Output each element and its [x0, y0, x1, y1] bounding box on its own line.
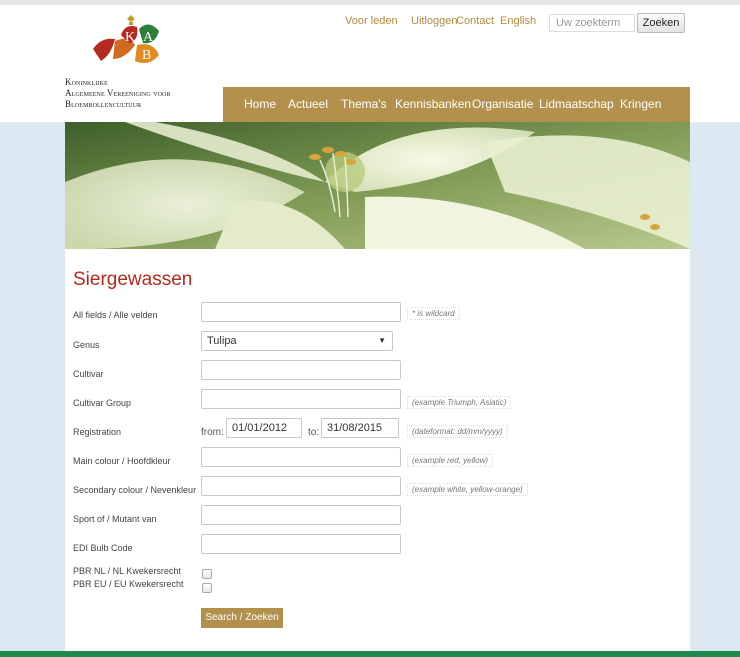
secondary-colour-input[interactable]	[201, 476, 401, 496]
cultivar-input[interactable]	[201, 360, 401, 380]
link-uitloggen[interactable]: Uitloggen	[411, 15, 457, 27]
genus-select[interactable]: Tulipa ▼	[201, 331, 393, 351]
nav-themas[interactable]: Thema's	[341, 97, 387, 111]
flower-banner-image	[65, 122, 690, 249]
nav-kringen[interactable]: Kringen	[620, 97, 661, 111]
link-voor-leden[interactable]: Voor leden	[345, 15, 398, 27]
label-cultivar-group: Cultivar Group	[73, 398, 132, 408]
edi-bulb-code-input[interactable]	[201, 534, 401, 554]
kavb-logo[interactable]: K A B Koninklijke Algemeene Vereeniging …	[65, 15, 225, 115]
label-pbr-eu: PBR EU / EU Kwekersrecht	[73, 579, 184, 589]
lily-photo-icon	[65, 122, 690, 249]
pbr-eu-checkbox[interactable]	[202, 583, 212, 593]
nav-lidmaatschap[interactable]: Lidmaatschap	[539, 97, 614, 111]
page-title: Siergewassen	[73, 269, 193, 290]
label-cultivar: Cultivar	[73, 369, 104, 379]
label-secondary-colour: Secondary colour / Nevenkleur	[73, 485, 197, 495]
link-english[interactable]: English	[500, 15, 536, 27]
hint-cultivar-group: (example Triumph, Asiatic)	[407, 396, 512, 409]
label-main-colour: Main colour / Hoofdkleur	[73, 456, 171, 466]
logo-line-2: Algemeene Vereeniging voor	[65, 88, 171, 98]
label-to: to:	[308, 427, 320, 438]
hint-main-colour: (example red, yellow)	[407, 454, 494, 467]
label-registration: Registration	[73, 427, 122, 437]
main-nav: Home Actueel Thema's Kennisbanken Organi…	[223, 87, 690, 122]
all-fields-input[interactable]	[201, 302, 401, 322]
site-search-button[interactable]: Zoeken	[637, 13, 685, 33]
logo-line-3: Bloembollencultuur	[65, 99, 142, 109]
logo-mark-icon: K A B	[93, 15, 159, 63]
logo-letter-a: A	[143, 30, 154, 45]
label-pbr-nl: PBR NL / NL Kwekersrecht	[73, 566, 181, 576]
main-colour-input[interactable]	[201, 447, 401, 467]
label-sport-of: Sport of / Mutant van	[73, 514, 157, 524]
logo-letter-k: K	[125, 30, 135, 45]
logo-letter-b: B	[142, 48, 151, 63]
nav-organisatie[interactable]: Organisatie	[472, 97, 533, 111]
sport-of-input[interactable]	[201, 505, 401, 525]
cultivar-group-input[interactable]	[201, 389, 401, 409]
nav-home[interactable]: Home	[244, 97, 276, 111]
page-container: K A B Koninklijke Algemeene Vereeniging …	[65, 5, 690, 651]
label-edi-bulb-code: EDI Bulb Code	[73, 543, 133, 553]
label-all-fields: All fields / Alle velden	[73, 310, 158, 320]
nav-kennisbanken[interactable]: Kennisbanken	[395, 97, 471, 111]
hint-dateformat: (dateformat: dd/mm/yyyy)	[407, 425, 508, 438]
chevron-down-icon: ▼	[378, 336, 386, 345]
registration-from-input[interactable]: 01/01/2012	[226, 418, 302, 438]
logo-line-1: Koninklijke	[65, 77, 108, 87]
label-genus: Genus	[73, 340, 100, 350]
registration-to-input[interactable]: 31/08/2015	[321, 418, 399, 438]
label-from: from:	[201, 427, 224, 438]
genus-selected-value: Tulipa	[207, 335, 237, 347]
hint-wildcard: * is wildcard	[407, 307, 460, 320]
footer-bar	[0, 651, 740, 657]
pbr-nl-checkbox[interactable]	[202, 569, 212, 579]
nav-actueel[interactable]: Actueel	[288, 97, 328, 111]
logo-text: Koninklijke Algemeene Vereeniging voor B…	[65, 77, 171, 110]
site-search-input[interactable]: Uw zoekterm	[549, 14, 635, 32]
search-submit-button[interactable]: Search / Zoeken	[201, 608, 283, 628]
link-contact[interactable]: Contact	[456, 15, 494, 27]
hint-secondary-colour: (example white, yellow-orange)	[407, 483, 528, 496]
